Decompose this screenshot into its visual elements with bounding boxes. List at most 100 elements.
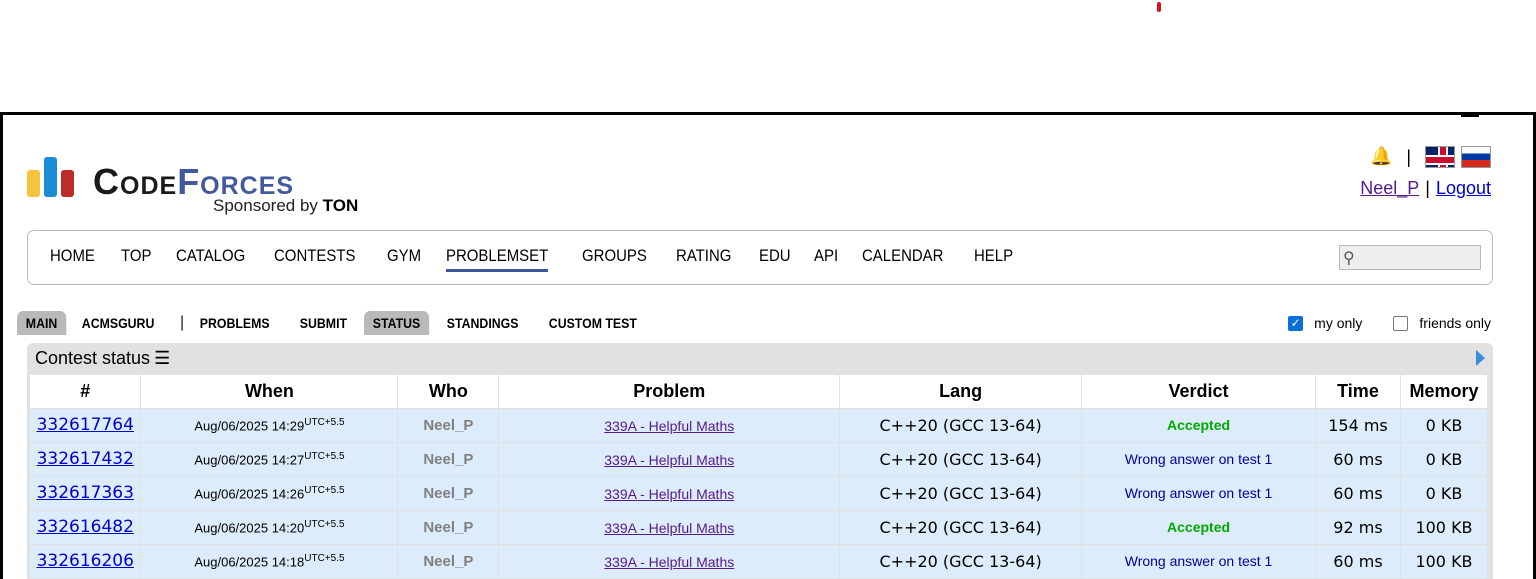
menu-item-help[interactable]: HELP	[974, 246, 1013, 272]
problem-link[interactable]: 339A - Helpful Maths	[604, 486, 734, 502]
subnav-problems[interactable]: PROBLEMS	[191, 311, 278, 335]
user-row: Neel_P | Logout	[1360, 178, 1491, 199]
search-icon: ⚲	[1343, 248, 1355, 267]
col-lang-header: Lang	[839, 375, 1083, 408]
subnav-standings[interactable]: STANDINGS	[438, 311, 527, 335]
submission-time: Aug/06/2025 14:27UTC+5.5	[140, 441, 399, 476]
verdict[interactable]: Wrong answer on test 1	[1081, 475, 1316, 510]
frame-tick	[1461, 115, 1479, 117]
submission-id-link[interactable]: 332617363	[37, 483, 134, 503]
memory-usage: 0 KB	[1400, 441, 1489, 476]
author-name[interactable]: Neel_P	[397, 509, 500, 544]
subnav-custom-test[interactable]: CUSTOM TEST	[540, 311, 646, 335]
panel-title-text: Contest status	[35, 348, 151, 368]
memory-usage: 100 KB	[1400, 543, 1489, 578]
logo-word-code: Code	[93, 161, 178, 202]
table-row: 332617764 Aug/06/2025 14:29UTC+5.5 Neel_…	[30, 407, 1489, 442]
search-input[interactable]: ⚲	[1339, 245, 1481, 270]
main-menu: HOME TOP CATALOG CONTESTS GYM PROBLEMSET…	[27, 230, 1493, 285]
submission-time: Aug/06/2025 14:20UTC+5.5	[140, 509, 399, 544]
menu-item-top[interactable]: TOP	[121, 246, 151, 272]
header-separator: |	[1406, 146, 1411, 167]
author-name[interactable]: Neel_P	[397, 543, 500, 578]
language: C++20 (GCC 13-64)	[839, 543, 1083, 578]
status-table: # When Who Problem Lang Verdict Time Mem…	[30, 375, 1489, 578]
table-row: 332617432 Aug/06/2025 14:27UTC+5.5 Neel_…	[30, 441, 1489, 476]
submission-when: Aug/06/2025 14:27	[194, 452, 305, 468]
menu-item-home[interactable]: HOME	[50, 246, 95, 272]
exec-time: 60 ms	[1315, 475, 1401, 510]
friends-only-label: friends only	[1419, 315, 1491, 331]
panel-title: Contest status ☰	[35, 348, 170, 369]
timezone-label: UTC+5.5	[304, 553, 345, 565]
author-name[interactable]: Neel_P	[397, 441, 500, 476]
language: C++20 (GCC 13-64)	[839, 475, 1083, 510]
browser-blank-area	[0, 0, 1536, 113]
menu-item-gym[interactable]: GYM	[387, 246, 421, 272]
header-right: 🔔 | Neel_P | Logout	[1291, 145, 1491, 205]
my-only-checkbox[interactable]: ✓	[1288, 315, 1304, 331]
problem-link[interactable]: 339A - Helpful Maths	[604, 520, 734, 536]
menu-item-api[interactable]: API	[814, 246, 838, 272]
timezone-label: UTC+5.5	[304, 416, 345, 428]
logo-bar-blue	[44, 157, 57, 197]
russian-flag-icon[interactable]	[1461, 146, 1491, 168]
list-icon[interactable]: ☰	[154, 348, 170, 368]
sponsor-name: TON	[322, 196, 359, 215]
subnav-status[interactable]: STATUS	[364, 311, 430, 335]
friends-only-checkbox[interactable]	[1393, 315, 1409, 331]
menu-item-catalog[interactable]: CATALOG	[176, 246, 245, 272]
submission-time: Aug/06/2025 14:18UTC+5.5	[140, 543, 399, 578]
problem-link[interactable]: 339A - Helpful Maths	[604, 452, 734, 468]
timezone-label: UTC+5.5	[304, 484, 345, 496]
col-when-header: When	[140, 375, 399, 408]
subnav-acmsguru[interactable]: ACMSGURU	[73, 311, 163, 335]
next-page-arrow-icon[interactable]	[1476, 350, 1485, 366]
subnav-submit[interactable]: SUBMIT	[291, 311, 356, 335]
english-flag-icon[interactable]	[1425, 146, 1455, 168]
submission-time: Aug/06/2025 14:29UTC+5.5	[140, 407, 399, 442]
author-name[interactable]: Neel_P	[397, 407, 500, 442]
verdict[interactable]: Accepted	[1081, 407, 1316, 442]
submission-when: Aug/06/2025 14:20	[194, 520, 305, 536]
username-link[interactable]: Neel_P	[1360, 178, 1419, 198]
menu-item-edu[interactable]: EDU	[759, 246, 791, 272]
menu-item-calendar[interactable]: CALENDAR	[862, 246, 943, 272]
subnav-divider: |	[180, 314, 185, 331]
submission-id-link[interactable]: 332616206	[37, 551, 134, 571]
menu-item-groups[interactable]: GROUPS	[582, 246, 647, 272]
verdict[interactable]: Wrong answer on test 1	[1081, 441, 1316, 476]
language: C++20 (GCC 13-64)	[839, 441, 1083, 476]
memory-usage: 0 KB	[1400, 475, 1489, 510]
menu-item-rating[interactable]: RATING	[676, 246, 731, 272]
submission-id-link[interactable]: 332617764	[37, 415, 134, 435]
submission-id-link[interactable]: 332616482	[37, 517, 134, 537]
sponsor-text: Sponsored by TON	[213, 196, 358, 216]
verdict[interactable]: Accepted	[1081, 509, 1316, 544]
table-row: 332616482 Aug/06/2025 14:20UTC+5.5 Neel_…	[30, 509, 1489, 544]
my-only-label: my only	[1314, 315, 1363, 331]
problem-link[interactable]: 339A - Helpful Maths	[604, 554, 734, 570]
col-id-header: #	[30, 375, 142, 408]
col-time-header: Time	[1315, 375, 1401, 408]
user-separator: |	[1425, 178, 1430, 198]
exec-time: 154 ms	[1315, 407, 1401, 442]
verdict[interactable]: Wrong answer on test 1	[1081, 543, 1316, 578]
author-name[interactable]: Neel_P	[397, 475, 500, 510]
menu-item-problemset[interactable]: PROBLEMSET	[445, 246, 548, 272]
logout-link[interactable]: Logout	[1436, 178, 1491, 198]
bell-icon[interactable]: 🔔	[1370, 146, 1392, 168]
problem-link[interactable]: 339A - Helpful Maths	[604, 418, 734, 434]
codeforces-logo[interactable]: CodeForces Sponsored by TON	[27, 155, 387, 219]
exec-time: 60 ms	[1315, 543, 1401, 578]
logo-bars-icon	[27, 155, 79, 197]
table-header-row: # When Who Problem Lang Verdict Time Mem…	[30, 375, 1489, 408]
logo-bar-red	[61, 170, 74, 197]
cursor-marker	[1157, 2, 1161, 12]
submission-when: Aug/06/2025 14:18	[194, 554, 305, 570]
submission-when: Aug/06/2025 14:26	[194, 486, 305, 502]
menu-item-contests[interactable]: CONTESTS	[274, 246, 355, 272]
submission-when: Aug/06/2025 14:29	[194, 418, 305, 434]
subnav-main[interactable]: MAIN	[17, 311, 67, 335]
submission-id-link[interactable]: 332617432	[37, 449, 134, 469]
